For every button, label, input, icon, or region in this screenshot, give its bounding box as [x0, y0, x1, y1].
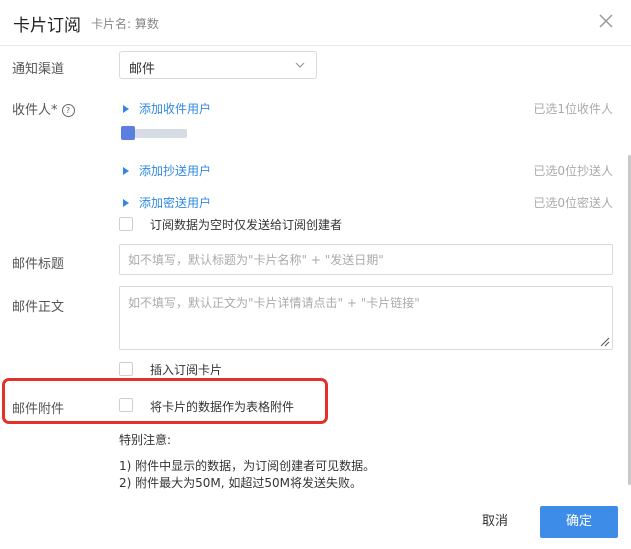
add-bcc-link[interactable]: 添加密送用户 [123, 194, 211, 211]
close-icon[interactable] [597, 12, 615, 30]
question-circle-icon[interactable]: ? [61, 104, 75, 117]
caret-right-icon [123, 167, 129, 175]
add-cc-text: 添加抄送用户 [139, 164, 212, 178]
confirm-button[interactable]: 确定 [540, 506, 618, 538]
channel-value: 邮件 [129, 62, 156, 77]
empty-only-creator-checkbox[interactable] [119, 217, 133, 231]
attachment-checkbox[interactable] [119, 398, 133, 412]
add-cc-link[interactable]: 添加抄送用户 [123, 162, 211, 179]
dialog-header: 卡片订阅 卡片名: 算数 [0, 0, 631, 46]
caret-right-icon [123, 105, 129, 113]
dialog-title: 卡片订阅 [13, 16, 81, 36]
subscription-dialog: 卡片订阅 卡片名: 算数 通知渠道 邮件 收件人*? 添加收件用户 已选1位收件… [0, 0, 631, 549]
recipients-label: 收件人*? [12, 99, 75, 118]
avatar [121, 126, 135, 140]
body-label: 邮件正文 [12, 300, 65, 315]
insert-card-label: 插入订阅卡片 [150, 363, 223, 377]
channel-select[interactable]: 邮件 [119, 51, 317, 79]
recipient-avatar [121, 126, 187, 140]
insert-card-checkbox[interactable] [119, 362, 133, 376]
add-recipient-text: 添加收件用户 [139, 102, 212, 116]
attachment-option-label: 将卡片的数据作为表格附件 [150, 400, 295, 414]
body-textarea[interactable] [119, 286, 613, 350]
notes-title: 特别注意: [119, 433, 172, 447]
resize-handle-icon[interactable] [600, 337, 610, 347]
add-bcc-text: 添加密送用户 [139, 196, 212, 210]
caret-right-icon [123, 199, 129, 207]
chevron-down-icon [295, 62, 305, 68]
notes-line-2: 2) 附件最大为50M, 如超过50M将发送失败。 [119, 476, 363, 490]
recipient-count: 已选1位收件人 [533, 102, 613, 116]
notes-line-1: 1) 附件中显示的数据，为订阅创建者可见数据。 [119, 459, 376, 473]
recipient-name-redacted [135, 129, 187, 138]
recipients-label-text: 收件人* [12, 103, 58, 118]
card-name: 卡片名: 算数 [91, 17, 159, 31]
empty-only-creator-label: 订阅数据为空时仅发送给订阅创建者 [150, 218, 343, 232]
channel-label: 通知渠道 [12, 62, 65, 77]
subject-label: 邮件标题 [12, 257, 65, 272]
cc-count: 已选0位抄送人 [533, 164, 613, 178]
add-recipient-link[interactable]: 添加收件用户 [123, 100, 211, 117]
subject-input[interactable] [119, 244, 613, 275]
bcc-count: 已选0位密送人 [533, 196, 613, 210]
cancel-button[interactable]: 取消 [465, 507, 525, 537]
attachment-label: 邮件附件 [12, 402, 65, 417]
